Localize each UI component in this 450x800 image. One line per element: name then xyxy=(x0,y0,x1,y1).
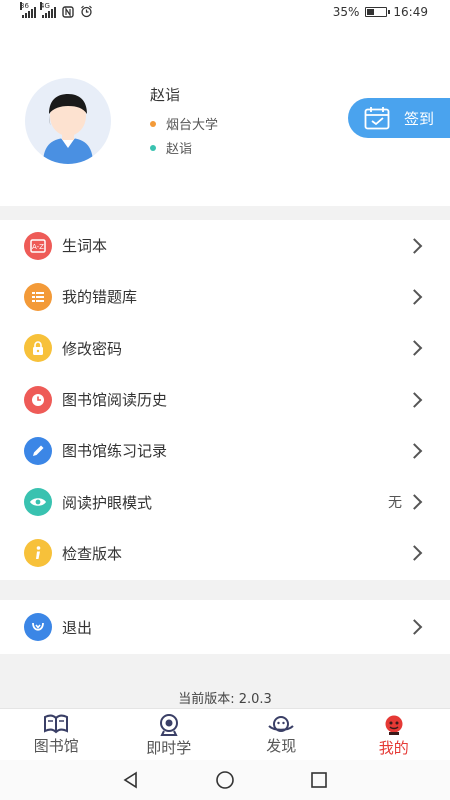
home-circle-icon[interactable] xyxy=(215,770,235,790)
logout-icon xyxy=(24,613,52,641)
menu-item-eye-care-mode[interactable]: 阅读护眼模式 无 xyxy=(0,476,450,527)
logout-button[interactable]: 退出 xyxy=(0,600,450,654)
info-icon xyxy=(24,539,52,568)
nfc-icon xyxy=(62,5,74,18)
checkin-label: 签到 xyxy=(404,109,435,128)
back-triangle-icon[interactable] xyxy=(122,771,140,789)
dictionary-icon: A-Z xyxy=(24,231,52,260)
pencil-icon xyxy=(24,436,52,465)
calendar-check-icon xyxy=(364,107,390,130)
tab-label: 即时学 xyxy=(146,739,192,757)
profile-icon xyxy=(385,715,403,735)
tab-label: 图书馆 xyxy=(33,737,79,755)
school-name: 烟台大学 xyxy=(166,118,219,133)
clock-icon xyxy=(24,385,52,414)
menu-item-change-password[interactable]: 修改密码 xyxy=(0,323,450,374)
avatar[interactable] xyxy=(25,78,111,164)
chevron-right-icon xyxy=(406,237,423,254)
tab-mine[interactable]: 我的 xyxy=(338,709,450,760)
chevron-right-icon xyxy=(406,494,423,510)
menu-item-reading-history[interactable]: 图书馆阅读历史 xyxy=(0,374,450,425)
version-text: 当前版本: 2.0.3 xyxy=(178,692,272,707)
bottom-tab-bar: 图书馆 即时学 发现 我的 xyxy=(0,708,450,760)
orange-dot-icon xyxy=(150,120,156,127)
chevron-right-icon xyxy=(406,289,423,305)
menu-label: 阅读护眼模式 xyxy=(62,493,153,512)
user-name: 赵诣 xyxy=(150,86,181,104)
logout-label: 退出 xyxy=(62,618,93,637)
nickname-row: 赵诣 xyxy=(150,138,192,157)
battery-percent: 35% xyxy=(332,5,360,19)
planet-icon xyxy=(268,716,294,732)
camera-icon xyxy=(159,714,178,736)
menu-label: 我的错题库 xyxy=(62,288,138,307)
eye-care-mode-value: 无 xyxy=(388,495,402,512)
cellular-signal-4g-icon: 4G xyxy=(40,1,56,18)
battery-icon xyxy=(365,7,391,17)
menu-label: 图书馆阅读历史 xyxy=(62,391,168,410)
menu-item-vocabulary[interactable]: A-Z 生词本 xyxy=(0,220,450,271)
chevron-right-icon xyxy=(406,391,423,408)
clock-time: 16:49 xyxy=(393,5,428,19)
green-dot-icon xyxy=(150,144,156,151)
menu-item-wrong-questions[interactable]: 我的错题库 xyxy=(0,271,450,322)
tab-label: 发现 xyxy=(266,737,297,755)
list-icon xyxy=(24,282,52,311)
menu-label: 修改密码 xyxy=(62,339,123,358)
menu-label: 生词本 xyxy=(62,237,108,256)
recents-square-icon[interactable] xyxy=(310,771,328,789)
chevron-right-icon xyxy=(406,619,423,635)
tab-discover[interactable]: 发现 xyxy=(225,709,338,760)
cellular-signal-icon: 36 xyxy=(20,1,36,18)
menu-label: 图书馆练习记录 xyxy=(62,442,168,461)
divider-band xyxy=(0,206,450,220)
tab-label: 我的 xyxy=(378,739,409,757)
tab-instant-learn[interactable]: 即时学 xyxy=(113,709,226,760)
default-avatar-icon xyxy=(43,94,93,164)
lock-icon xyxy=(24,334,52,363)
school-row: 烟台大学 xyxy=(150,114,218,133)
system-navigation-bar xyxy=(0,760,450,800)
chevron-right-icon xyxy=(406,443,423,459)
settings-menu: A-Z 生词本 我的错题库 修改密码 图书馆阅读历史 图书馆练习记录 阅读护眼模… xyxy=(0,220,450,579)
profile-header: 赵诣 烟台大学 赵诣 签到 xyxy=(0,26,450,206)
divider-band xyxy=(0,580,450,600)
menu-item-check-version[interactable]: 检查版本 xyxy=(0,528,450,579)
svg-text:A-Z: A-Z xyxy=(32,243,44,251)
eye-icon xyxy=(24,488,52,517)
checkin-button[interactable]: 签到 xyxy=(348,98,450,138)
tab-library[interactable]: 图书馆 xyxy=(0,709,113,760)
nickname: 赵诣 xyxy=(166,142,193,157)
chevron-right-icon xyxy=(406,340,423,357)
menu-item-practice-records[interactable]: 图书馆练习记录 xyxy=(0,425,450,476)
chevron-right-icon xyxy=(406,545,423,562)
alarm-icon xyxy=(81,5,92,18)
menu-label: 检查版本 xyxy=(62,544,123,563)
book-icon xyxy=(44,714,69,734)
status-bar: 36 4G 35% 16:49 xyxy=(0,0,450,26)
